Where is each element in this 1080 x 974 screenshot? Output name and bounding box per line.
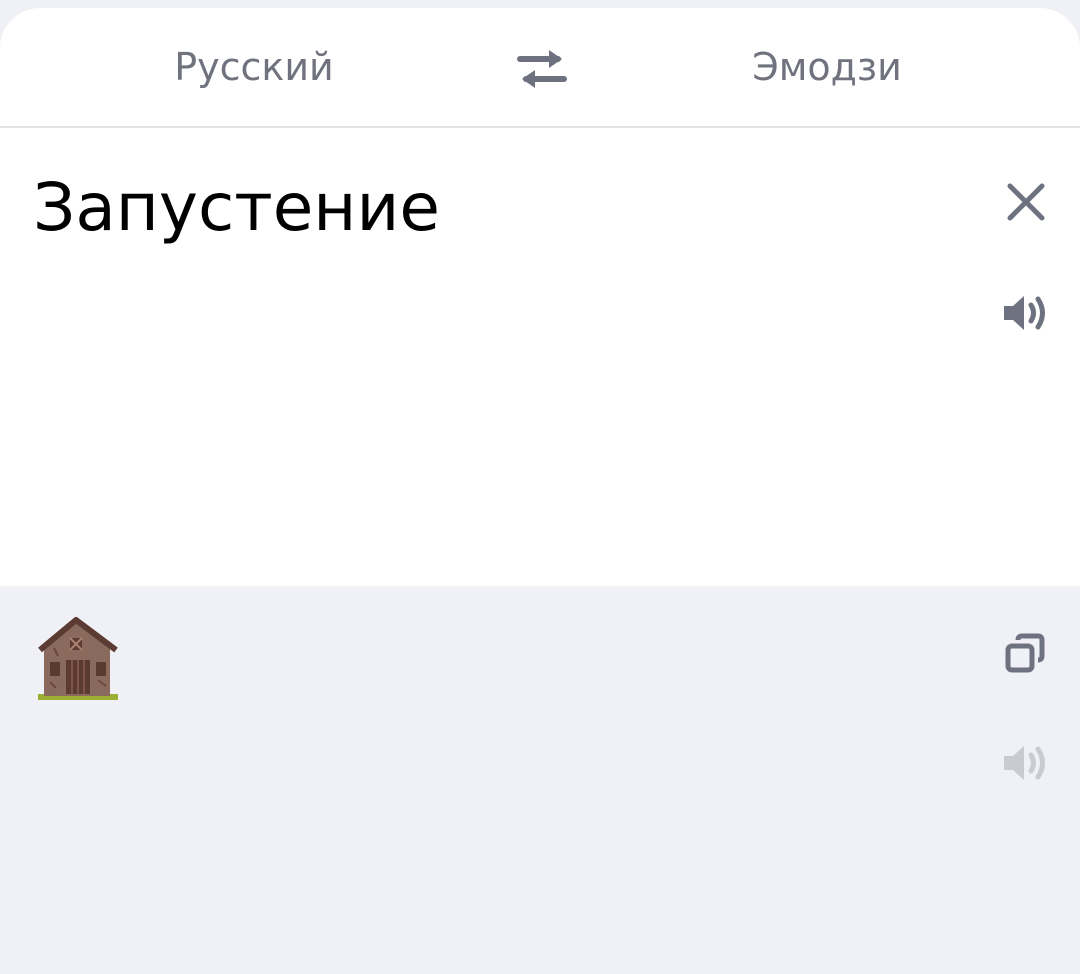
clear-button[interactable] bbox=[1002, 178, 1050, 226]
target-language-button[interactable]: Эмодзи bbox=[677, 42, 977, 92]
source-panel: Русский Эмодзи Запустение bbox=[0, 8, 1080, 586]
source-language-button[interactable]: Русский bbox=[104, 42, 404, 92]
source-text-input[interactable]: Запустение bbox=[33, 163, 440, 253]
speaker-icon bbox=[1004, 296, 1045, 330]
swap-arrows-icon bbox=[517, 50, 567, 88]
language-bar: Русский Эмодзи bbox=[0, 8, 1080, 128]
translator-screen: Русский Эмодзи Запустение bbox=[0, 0, 1080, 974]
speak-result-button[interactable] bbox=[1000, 742, 1052, 784]
speak-source-button[interactable] bbox=[1000, 292, 1052, 334]
result-panel: 🏚️ bbox=[0, 586, 1080, 974]
swap-languages-button[interactable] bbox=[512, 44, 572, 94]
derelict-house-emoji bbox=[38, 617, 118, 700]
copy-button[interactable] bbox=[1002, 630, 1050, 678]
copy-icon bbox=[1005, 633, 1045, 673]
speaker-icon bbox=[1004, 746, 1045, 780]
close-icon bbox=[1007, 183, 1045, 221]
